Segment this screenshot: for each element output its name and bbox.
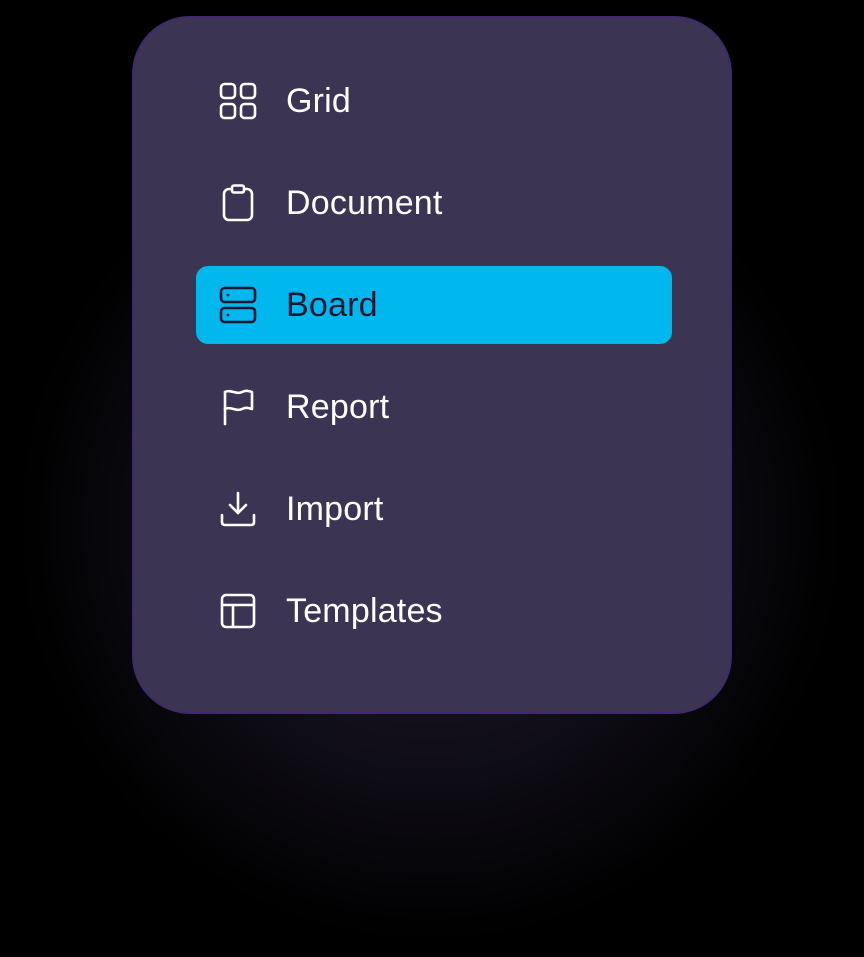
flag-icon [218,387,258,427]
download-icon [218,489,258,529]
menu-item-label: Templates [286,592,443,630]
menu-list: Grid Document Board Report Import Templa… [196,62,672,674]
menu-item-label: Grid [286,82,352,120]
menu-item-label: Report [286,388,390,426]
layout-icon [218,591,258,631]
menu-item-label: Document [286,184,443,222]
menu-item-board[interactable]: Board [196,266,672,344]
menu-item-document[interactable]: Document [196,164,672,242]
menu-item-templates[interactable]: Templates [196,572,672,650]
menu-item-report[interactable]: Report [196,368,672,446]
clipboard-icon [218,183,258,223]
menu-item-grid[interactable]: Grid [196,62,672,140]
menu-item-label: Import [286,490,384,528]
grid-icon [218,81,258,121]
menu-item-label: Board [286,286,378,324]
server-icon [218,285,258,325]
menu-item-import[interactable]: Import [196,470,672,548]
menu-card: Grid Document Board Report Import Templa… [132,16,732,714]
